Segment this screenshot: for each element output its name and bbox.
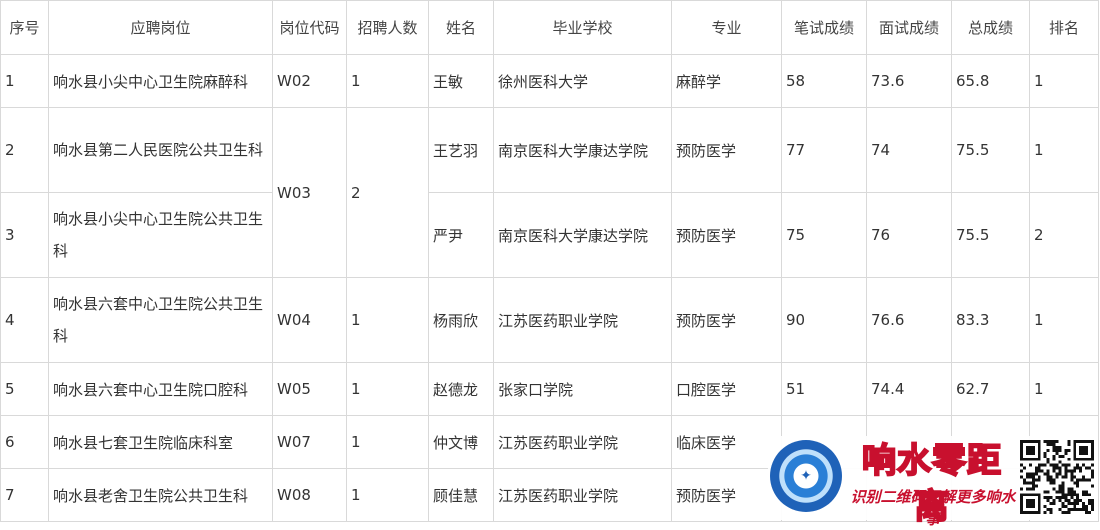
watermark-banner: ✦ 响水零距离 识别二维码了解更多响水事 (768, 436, 1098, 528)
header-count: 招聘人数 (346, 0, 429, 55)
cell-interview: 76.6 (866, 277, 952, 363)
cell-total: 75.5 (951, 192, 1030, 278)
cell-code: W04 (272, 277, 347, 363)
cell-written: 90 (781, 277, 867, 363)
cell-interview: 74 (866, 107, 952, 193)
cell-code: W03 (272, 107, 347, 278)
cell-major: 临床医学 (671, 415, 782, 469)
cell-total: 83.3 (951, 277, 1030, 363)
cell-name: 顾佳慧 (428, 468, 494, 522)
cell-code: W07 (272, 415, 347, 469)
cell-major: 口腔医学 (671, 362, 782, 416)
header-total: 总成绩 (951, 0, 1030, 55)
cell-major: 麻醉学 (671, 54, 782, 108)
cell-total: 75.5 (951, 107, 1030, 193)
cell-no: 4 (0, 277, 49, 363)
cell-count: 1 (346, 277, 429, 363)
cell-no: 1 (0, 54, 49, 108)
header-name: 姓名 (428, 0, 494, 55)
cell-count: 1 (346, 54, 429, 108)
cell-interview: 74.4 (866, 362, 952, 416)
cell-position: 响水县小尖中心卫生院麻醉科 (48, 54, 273, 108)
cell-name: 杨雨欣 (428, 277, 494, 363)
header-position: 应聘岗位 (48, 0, 273, 55)
globe-logo-icon: ✦ (770, 440, 842, 512)
cell-school: 南京医科大学康达学院 (493, 107, 672, 193)
cell-code: W02 (272, 54, 347, 108)
cell-rank: 2 (1029, 192, 1099, 278)
cell-count: 1 (346, 468, 429, 522)
table-row: 4 响水县六套中心卫生院公共卫生科 W04 1 杨雨欣 江苏医药职业学院 预防医… (0, 277, 1099, 363)
cell-school: 江苏医药职业学院 (493, 277, 672, 363)
header-major: 专业 (671, 0, 782, 55)
cell-code: W08 (272, 468, 347, 522)
cell-total: 62.7 (951, 362, 1030, 416)
cell-written: 58 (781, 54, 867, 108)
cell-written: 51 (781, 362, 867, 416)
cell-rank: 1 (1029, 277, 1099, 363)
cell-position: 响水县第二人民医院公共卫生科 (48, 107, 273, 193)
brand-slogan: 识别二维码了解更多响水事 (850, 488, 1016, 528)
cell-position: 响水县老舍卫生院公共卫生科 (48, 468, 273, 522)
cell-written: 77 (781, 107, 867, 193)
table-row: 1 响水县小尖中心卫生院麻醉科 W02 1 王敏 徐州医科大学 麻醉学 58 7… (0, 54, 1099, 108)
cell-major: 预防医学 (671, 468, 782, 522)
cell-written: 75 (781, 192, 867, 278)
cell-no: 5 (0, 362, 49, 416)
cell-code: W05 (272, 362, 347, 416)
header-school: 毕业学校 (493, 0, 672, 55)
header-rank: 排名 (1029, 0, 1099, 55)
header-no: 序号 (0, 0, 49, 55)
cell-position: 响水县六套中心卫生院口腔科 (48, 362, 273, 416)
header-row: 序号 应聘岗位 岗位代码 招聘人数 姓名 毕业学校 专业 笔试成绩 面试成绩 总… (0, 0, 1099, 55)
cell-school: 江苏医药职业学院 (493, 468, 672, 522)
cell-name: 王艺羽 (428, 107, 494, 193)
cell-no: 7 (0, 468, 49, 522)
cell-rank: 1 (1029, 54, 1099, 108)
cell-no: 2 (0, 107, 49, 193)
table-row: 3 响水县小尖中心卫生院公共卫生科 严尹 南京医科大学康达学院 预防医学 75 … (0, 192, 1099, 278)
cell-interview: 76 (866, 192, 952, 278)
cell-school: 南京医科大学康达学院 (493, 192, 672, 278)
cell-interview: 73.6 (866, 54, 952, 108)
cell-major: 预防医学 (671, 277, 782, 363)
cell-major: 预防医学 (671, 107, 782, 193)
cell-major: 预防医学 (671, 192, 782, 278)
cell-rank: 1 (1029, 107, 1099, 193)
cell-count: 1 (346, 415, 429, 469)
table-row: 2 响水县第二人民医院公共卫生科 W03 2 王艺羽 南京医科大学康达学院 预防… (0, 107, 1099, 278)
cell-school: 江苏医药职业学院 (493, 415, 672, 469)
qr-code-icon[interactable] (1020, 440, 1094, 514)
star-icon: ✦ (795, 465, 817, 487)
cell-no: 6 (0, 415, 49, 469)
cell-rank: 1 (1029, 362, 1099, 416)
header-code: 岗位代码 (272, 0, 347, 55)
cell-school: 徐州医科大学 (493, 54, 672, 108)
cell-total: 65.8 (951, 54, 1030, 108)
cell-no: 3 (0, 192, 49, 278)
cell-name: 仲文博 (428, 415, 494, 469)
cell-school: 张家口学院 (493, 362, 672, 416)
cell-position: 响水县七套卫生院临床科室 (48, 415, 273, 469)
table-row: 5 响水县六套中心卫生院口腔科 W05 1 赵德龙 张家口学院 口腔医学 51 … (0, 362, 1099, 416)
cell-name: 严尹 (428, 192, 494, 278)
header-written: 笔试成绩 (781, 0, 867, 55)
cell-count: 2 (346, 107, 429, 278)
cell-name: 赵德龙 (428, 362, 494, 416)
cell-position: 响水县小尖中心卫生院公共卫生科 (48, 192, 273, 278)
cell-name: 王敏 (428, 54, 494, 108)
cell-position: 响水县六套中心卫生院公共卫生科 (48, 277, 273, 363)
header-interview: 面试成绩 (866, 0, 952, 55)
cell-count: 1 (346, 362, 429, 416)
